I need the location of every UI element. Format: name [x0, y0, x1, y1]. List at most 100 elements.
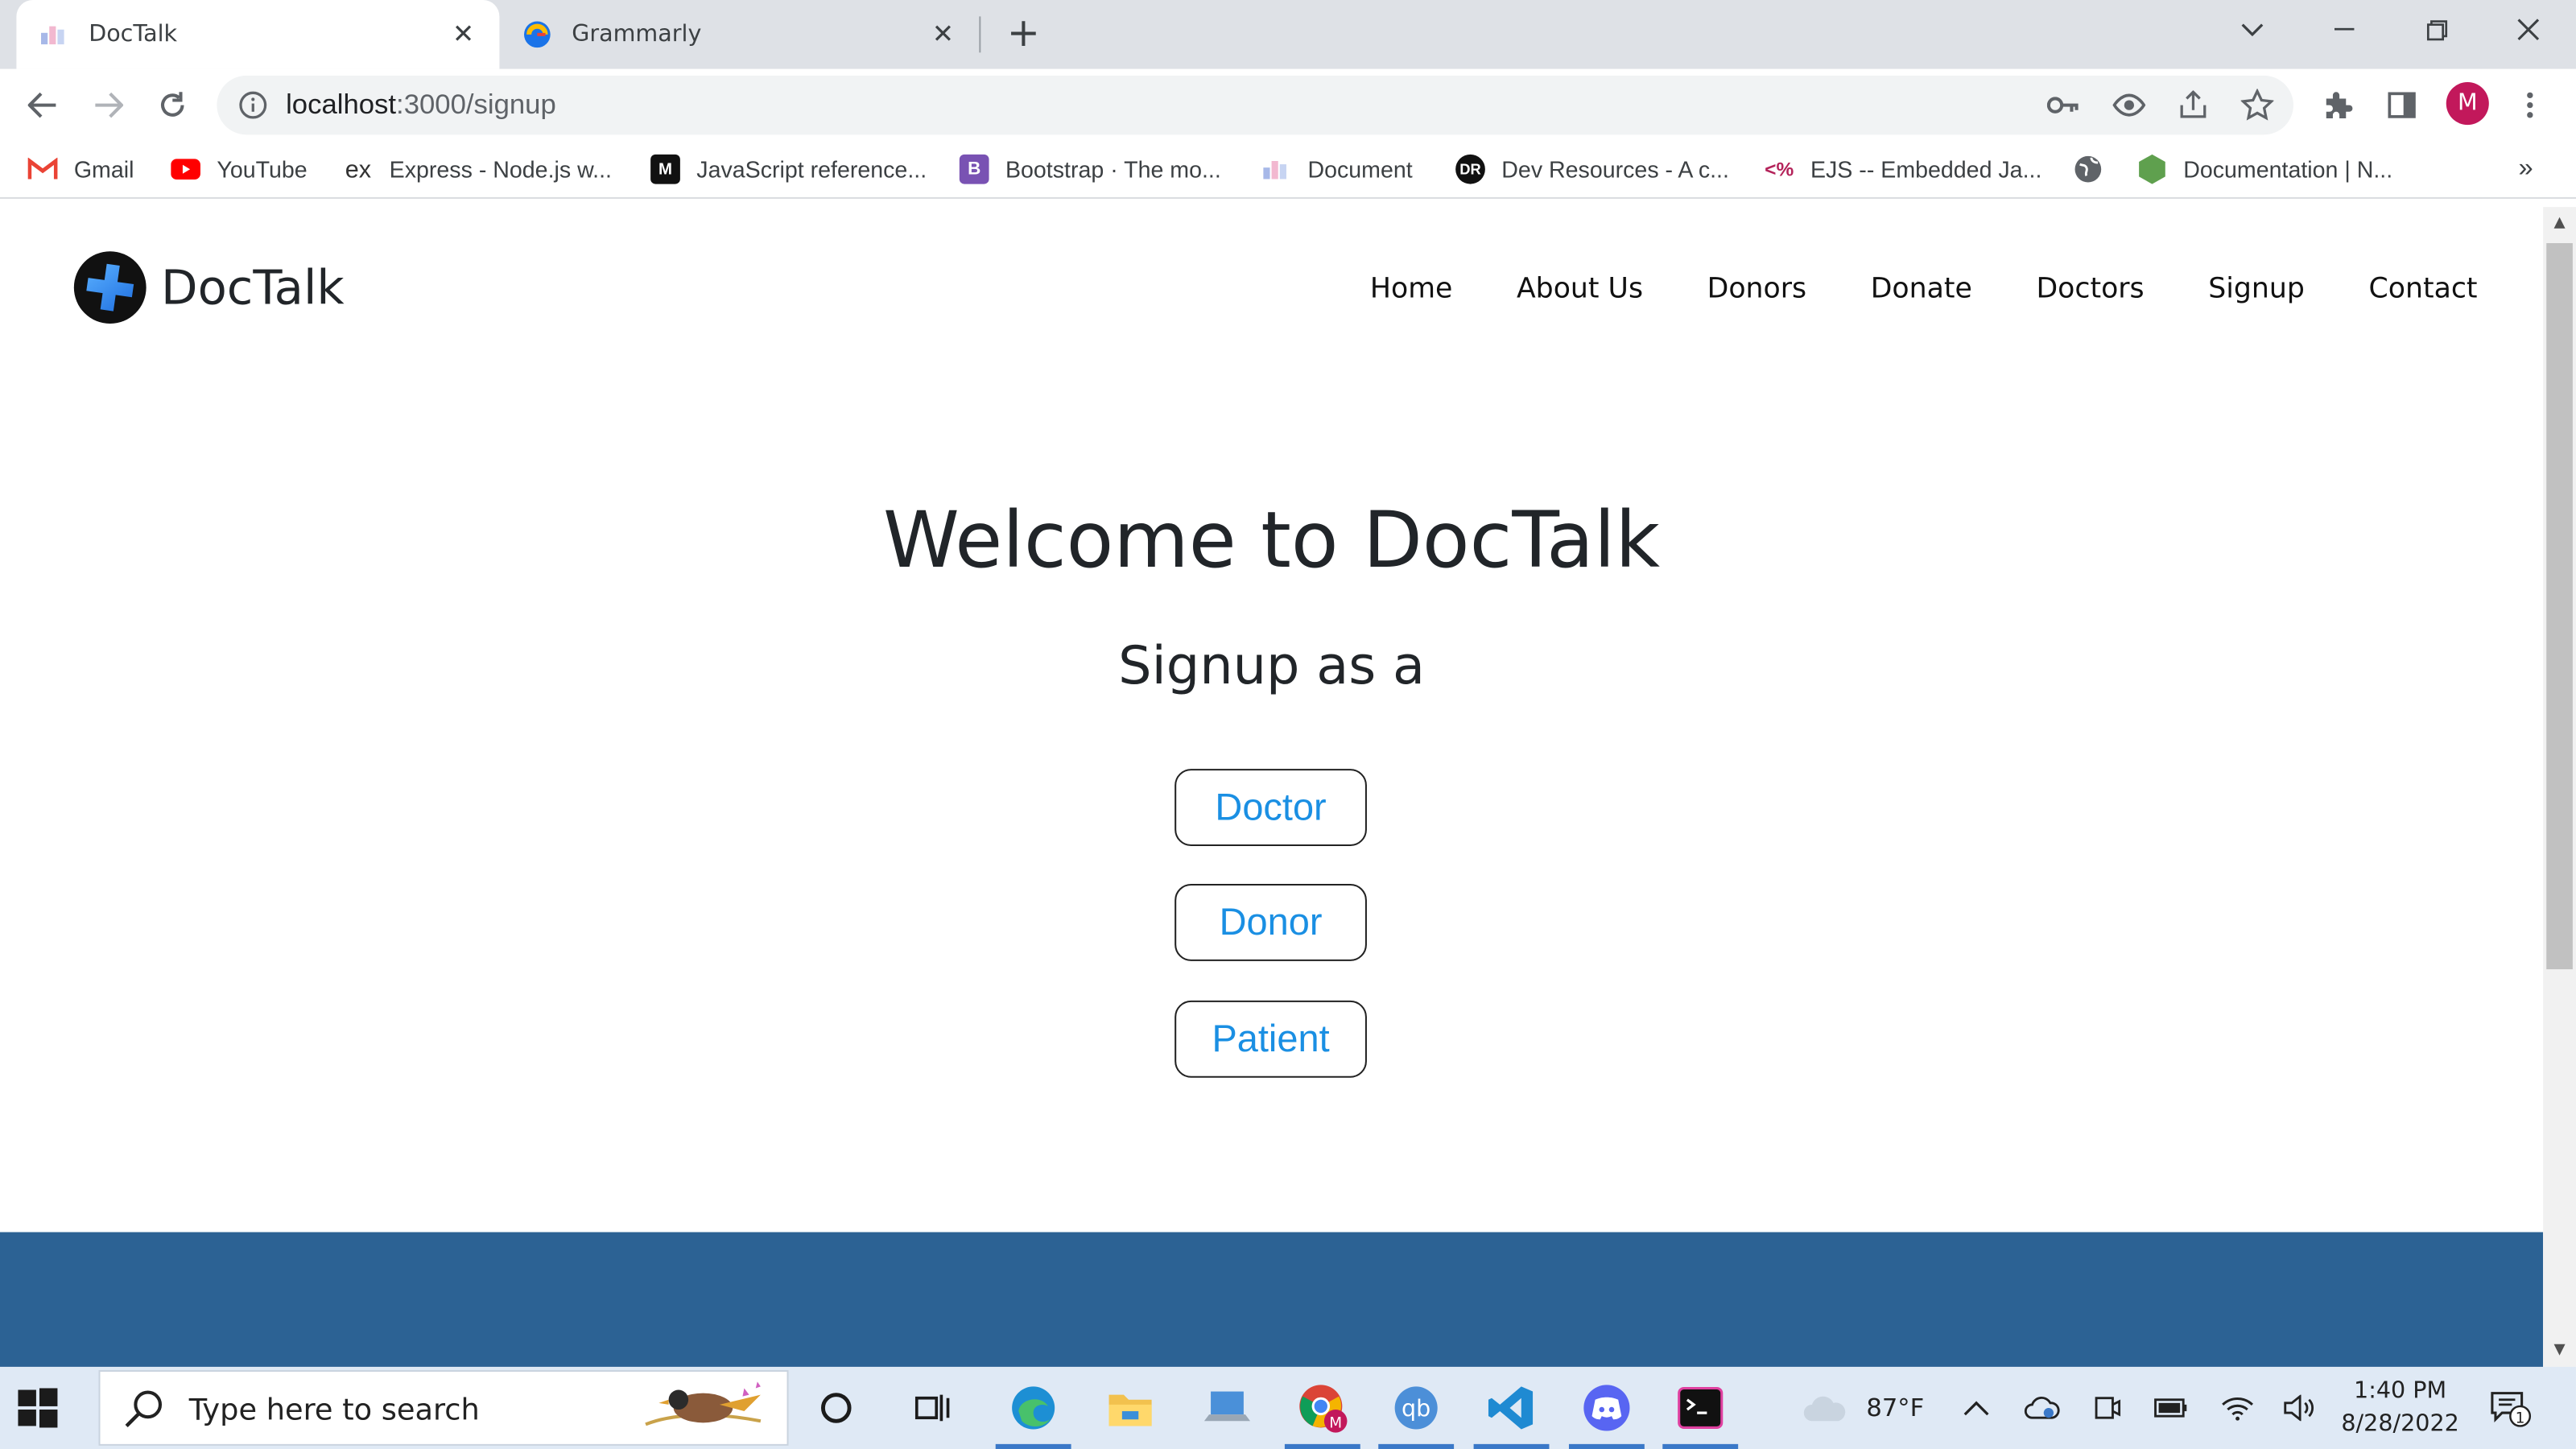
tab-doctalk[interactable]: DocTalk ✕: [16, 0, 500, 69]
clock-date: 8/28/2022: [2341, 1411, 2459, 1438]
taskbar-clock[interactable]: 1:40 PM 8/28/2022: [2333, 1375, 2467, 1441]
discord-icon[interactable]: [1568, 1380, 1645, 1449]
bookmark-star-icon[interactable]: [2240, 89, 2274, 122]
signup-patient-button[interactable]: Patient: [1174, 1000, 1367, 1078]
bookmark-ejs[interactable]: <% EJS -- Embedded Ja...: [1765, 151, 2041, 188]
grammarly-favicon-icon: [522, 19, 552, 49]
forward-arrow-icon[interactable]: [85, 82, 131, 128]
bookmarks-overflow-icon[interactable]: »: [2519, 151, 2533, 188]
vscode-icon[interactable]: [1473, 1380, 1550, 1449]
bootstrap-icon: B: [959, 154, 989, 184]
back-arrow-icon[interactable]: [19, 82, 65, 128]
notification-center-icon[interactable]: 1: [2489, 1367, 2532, 1449]
doctalk-favicon-icon: [39, 19, 69, 49]
battery-icon[interactable]: [2153, 1367, 2190, 1449]
taskbar-search-box[interactable]: Type here to search: [98, 1370, 789, 1446]
brand[interactable]: DocTalk: [72, 250, 345, 325]
nodejs-icon: [2137, 154, 2167, 184]
search-icon: [125, 1390, 163, 1428]
nav-signup[interactable]: Signup: [2208, 273, 2305, 306]
key-icon[interactable]: [2046, 89, 2080, 122]
web-page: DocTalk Home About Us Donors Donate Doct…: [0, 207, 2544, 1367]
bookmark-youtube[interactable]: YouTube: [171, 151, 308, 188]
tab-strip: DocTalk ✕ Grammarly ✕ +: [0, 0, 2576, 69]
tab-separator: [979, 16, 981, 53]
file-explorer-icon[interactable]: [1102, 1380, 1158, 1435]
scroll-up-icon[interactable]: ▲: [2543, 210, 2576, 237]
volume-icon[interactable]: [2282, 1367, 2318, 1449]
tray-chevron-up-icon[interactable]: [1963, 1367, 1990, 1449]
windows-start-icon[interactable]: [16, 1386, 59, 1429]
bookmark-globe[interactable]: [2073, 151, 2119, 188]
edge-browser-icon[interactable]: [995, 1380, 1071, 1449]
document-favicon-icon: [1261, 155, 1291, 184]
tab-title: Grammarly: [572, 21, 702, 48]
share-icon[interactable]: [2177, 89, 2210, 122]
main-nav: Home About Us Donors Donate Doctors Sign…: [1306, 273, 2478, 306]
weather-widget[interactable]: 87°F: [1801, 1367, 1924, 1449]
bookmark-mdn[interactable]: M JavaScript reference...: [650, 151, 927, 188]
task-view-icon[interactable]: [905, 1380, 960, 1435]
page-scrollbar[interactable]: ▲ ▼: [2543, 207, 2576, 1367]
restore-icon[interactable]: [2392, 0, 2480, 59]
bookmark-document[interactable]: Document: [1261, 151, 1413, 188]
tab-grammarly[interactable]: Grammarly ✕: [506, 0, 980, 69]
mdn-icon: M: [650, 154, 680, 184]
bookmark-dev-resources[interactable]: DR Dev Resources - A c...: [1455, 151, 1729, 188]
search-highlight-bird-icon: [645, 1381, 762, 1426]
express-icon: ex: [345, 155, 372, 184]
tab-search-chevron-icon[interactable]: [2208, 0, 2297, 59]
signup-donor-button[interactable]: Donor: [1174, 883, 1367, 961]
minimize-icon[interactable]: [2300, 0, 2388, 59]
nav-doctors[interactable]: Doctors: [2036, 273, 2144, 306]
bookmark-documentation[interactable]: Documentation | N...: [2137, 151, 2392, 188]
svg-text:M: M: [1329, 1414, 1342, 1431]
wifi-icon[interactable]: [2221, 1367, 2254, 1449]
globe-icon: [2073, 155, 2103, 184]
address-bar[interactable]: localhost:3000/signup: [217, 75, 2293, 135]
qbittorrent-icon[interactable]: qb: [1378, 1380, 1455, 1449]
chrome-icon[interactable]: M: [1284, 1380, 1360, 1449]
onedrive-icon[interactable]: [2024, 1367, 2060, 1449]
terminal-icon[interactable]: [1662, 1380, 1739, 1449]
browser-toolbar: localhost:3000/signup: [0, 68, 2576, 142]
doctalk-logo-icon: [73, 251, 147, 324]
hero-subtitle: Signup as a: [1118, 634, 1426, 697]
bookmark-bootstrap[interactable]: B Bootstrap · The mo...: [959, 151, 1221, 188]
new-tab-icon[interactable]: +: [1002, 13, 1045, 56]
scroll-down-icon[interactable]: ▼: [2543, 1337, 2576, 1364]
scroll-thumb[interactable]: [2546, 243, 2573, 970]
bookmark-gmail[interactable]: Gmail: [27, 151, 134, 188]
nav-donors[interactable]: Donors: [1707, 273, 1807, 306]
brand-name: DocTalk: [160, 259, 345, 316]
nav-donate[interactable]: Donate: [1871, 273, 1972, 306]
close-tab-icon[interactable]: ✕: [447, 18, 480, 51]
clock-time: 1:40 PM: [2354, 1378, 2447, 1405]
svg-text:qb: qb: [1402, 1394, 1430, 1422]
nav-about-us[interactable]: About Us: [1517, 273, 1643, 306]
side-panel-icon[interactable]: [2382, 85, 2421, 125]
ejs-icon: <%: [1765, 157, 1794, 181]
extensions-puzzle-icon[interactable]: [2318, 85, 2358, 125]
profile-avatar[interactable]: M: [2446, 82, 2489, 126]
windows-taskbar: Type here to search M qb 87°F 1:40 PM 8/…: [0, 1366, 2576, 1449]
youtube-icon: [171, 155, 200, 184]
signup-doctor-button[interactable]: Doctor: [1174, 769, 1367, 847]
browser-menu-icon[interactable]: [2510, 85, 2549, 125]
hero-title: Welcome to DocTalk: [883, 496, 1661, 587]
site-info-icon[interactable]: [237, 89, 270, 122]
close-tab-icon[interactable]: ✕: [927, 18, 960, 51]
cortana-icon[interactable]: [808, 1380, 864, 1435]
bookmark-express[interactable]: ex Express - Node.js w...: [344, 151, 612, 188]
dev-resources-icon: DR: [1455, 154, 1485, 184]
eye-icon[interactable]: [2112, 89, 2146, 122]
screen: DocTalk ✕ Grammarly ✕ + localhost:3000/s…: [0, 0, 2576, 1449]
reload-icon[interactable]: [150, 82, 196, 128]
tab-title: DocTalk: [89, 21, 178, 48]
nav-contact[interactable]: Contact: [2369, 273, 2478, 306]
meet-now-icon[interactable]: [2093, 1367, 2123, 1449]
svg-text:1: 1: [2516, 1410, 2525, 1426]
laptop-app-icon[interactable]: [1199, 1380, 1255, 1435]
nav-home[interactable]: Home: [1370, 273, 1452, 306]
window-close-icon[interactable]: [2484, 0, 2573, 59]
